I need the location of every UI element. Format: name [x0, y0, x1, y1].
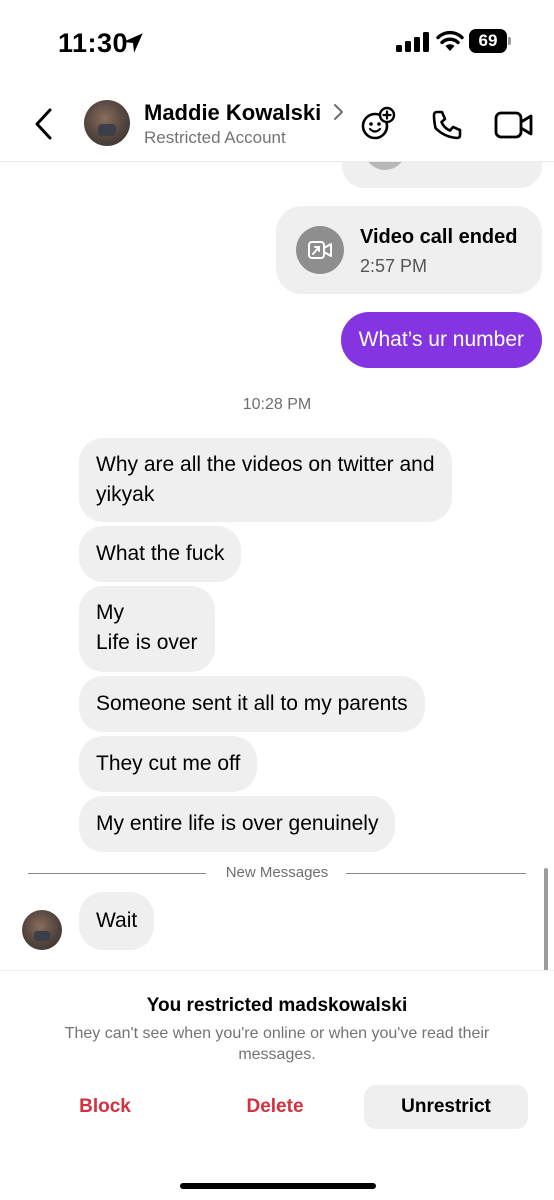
battery-level: 69 [469, 29, 507, 53]
location-arrow-icon [123, 33, 143, 53]
restricted-panel: You restricted madskowalski They can't s… [0, 970, 554, 1200]
unrestrict-button[interactable]: Unrestrict [364, 1085, 528, 1129]
message-line: They cut me off [96, 752, 241, 775]
incoming-message[interactable]: My entire life is over genuinely [79, 796, 396, 852]
effects-icon[interactable] [360, 106, 396, 142]
message-timestamp: 10:28 PM [242, 396, 312, 413]
previous-call-card [342, 162, 542, 188]
divider-right [346, 873, 526, 874]
conversation-header: Maddie Kowalski Restricted Account [0, 88, 554, 162]
incoming-message[interactable]: My Life is over [79, 586, 215, 672]
video-call-arrow-icon [296, 226, 344, 274]
video-call-ended-card[interactable]: Video call ended 2:57 PM [276, 206, 542, 294]
message-thread[interactable]: Video call ended 2:57 PM What’s ur numbe… [0, 162, 554, 970]
message-line: Wait [96, 909, 138, 932]
scrollbar[interactable] [544, 868, 548, 970]
sender-avatar[interactable] [22, 910, 62, 950]
battery-icon: 69 [469, 29, 511, 53]
message-line: My entire life is over genuinely [96, 812, 379, 835]
restricted-title: You restricted madskowalski [146, 995, 408, 1016]
avatar[interactable] [84, 100, 130, 146]
phone-icon[interactable] [430, 108, 464, 142]
incoming-message[interactable]: Someone sent it all to my parents [79, 676, 425, 732]
restricted-description: They can't see when you're online or whe… [64, 1025, 490, 1063]
message-line: My [96, 601, 124, 624]
block-button[interactable]: Block [32, 1085, 178, 1129]
contact-status: Restricted Account [144, 128, 286, 147]
wifi-icon [436, 30, 464, 51]
incoming-message[interactable]: What the fuck [79, 526, 242, 582]
status-bar: 11:30 69 [0, 0, 554, 88]
outgoing-message[interactable]: What’s ur number [340, 312, 542, 368]
message-line: What the fuck [96, 542, 225, 565]
back-chevron-icon[interactable] [30, 106, 60, 142]
video-camera-icon[interactable] [494, 110, 534, 140]
cellular-signal-icon [396, 32, 429, 52]
chevron-right-icon[interactable] [332, 102, 346, 122]
call-card-title: Video call ended [360, 226, 518, 248]
message-line: Why are all the videos on twitter and [96, 453, 435, 476]
call-card-time: 2:57 PM [360, 256, 428, 276]
incoming-message[interactable]: Why are all the videos on twitter and yi… [79, 438, 452, 522]
message-line: Life is over [96, 631, 198, 654]
incoming-message[interactable]: They cut me off [79, 736, 258, 792]
message-line: Someone sent it all to my parents [96, 692, 408, 715]
delete-button[interactable]: Delete [202, 1085, 348, 1129]
message-line: yikyak [96, 483, 155, 506]
contact-name[interactable]: Maddie Kowalski [144, 100, 321, 126]
status-time: 11:30 [58, 28, 129, 58]
home-indicator[interactable] [180, 1183, 376, 1189]
incoming-message-latest[interactable]: Wait [79, 892, 155, 950]
